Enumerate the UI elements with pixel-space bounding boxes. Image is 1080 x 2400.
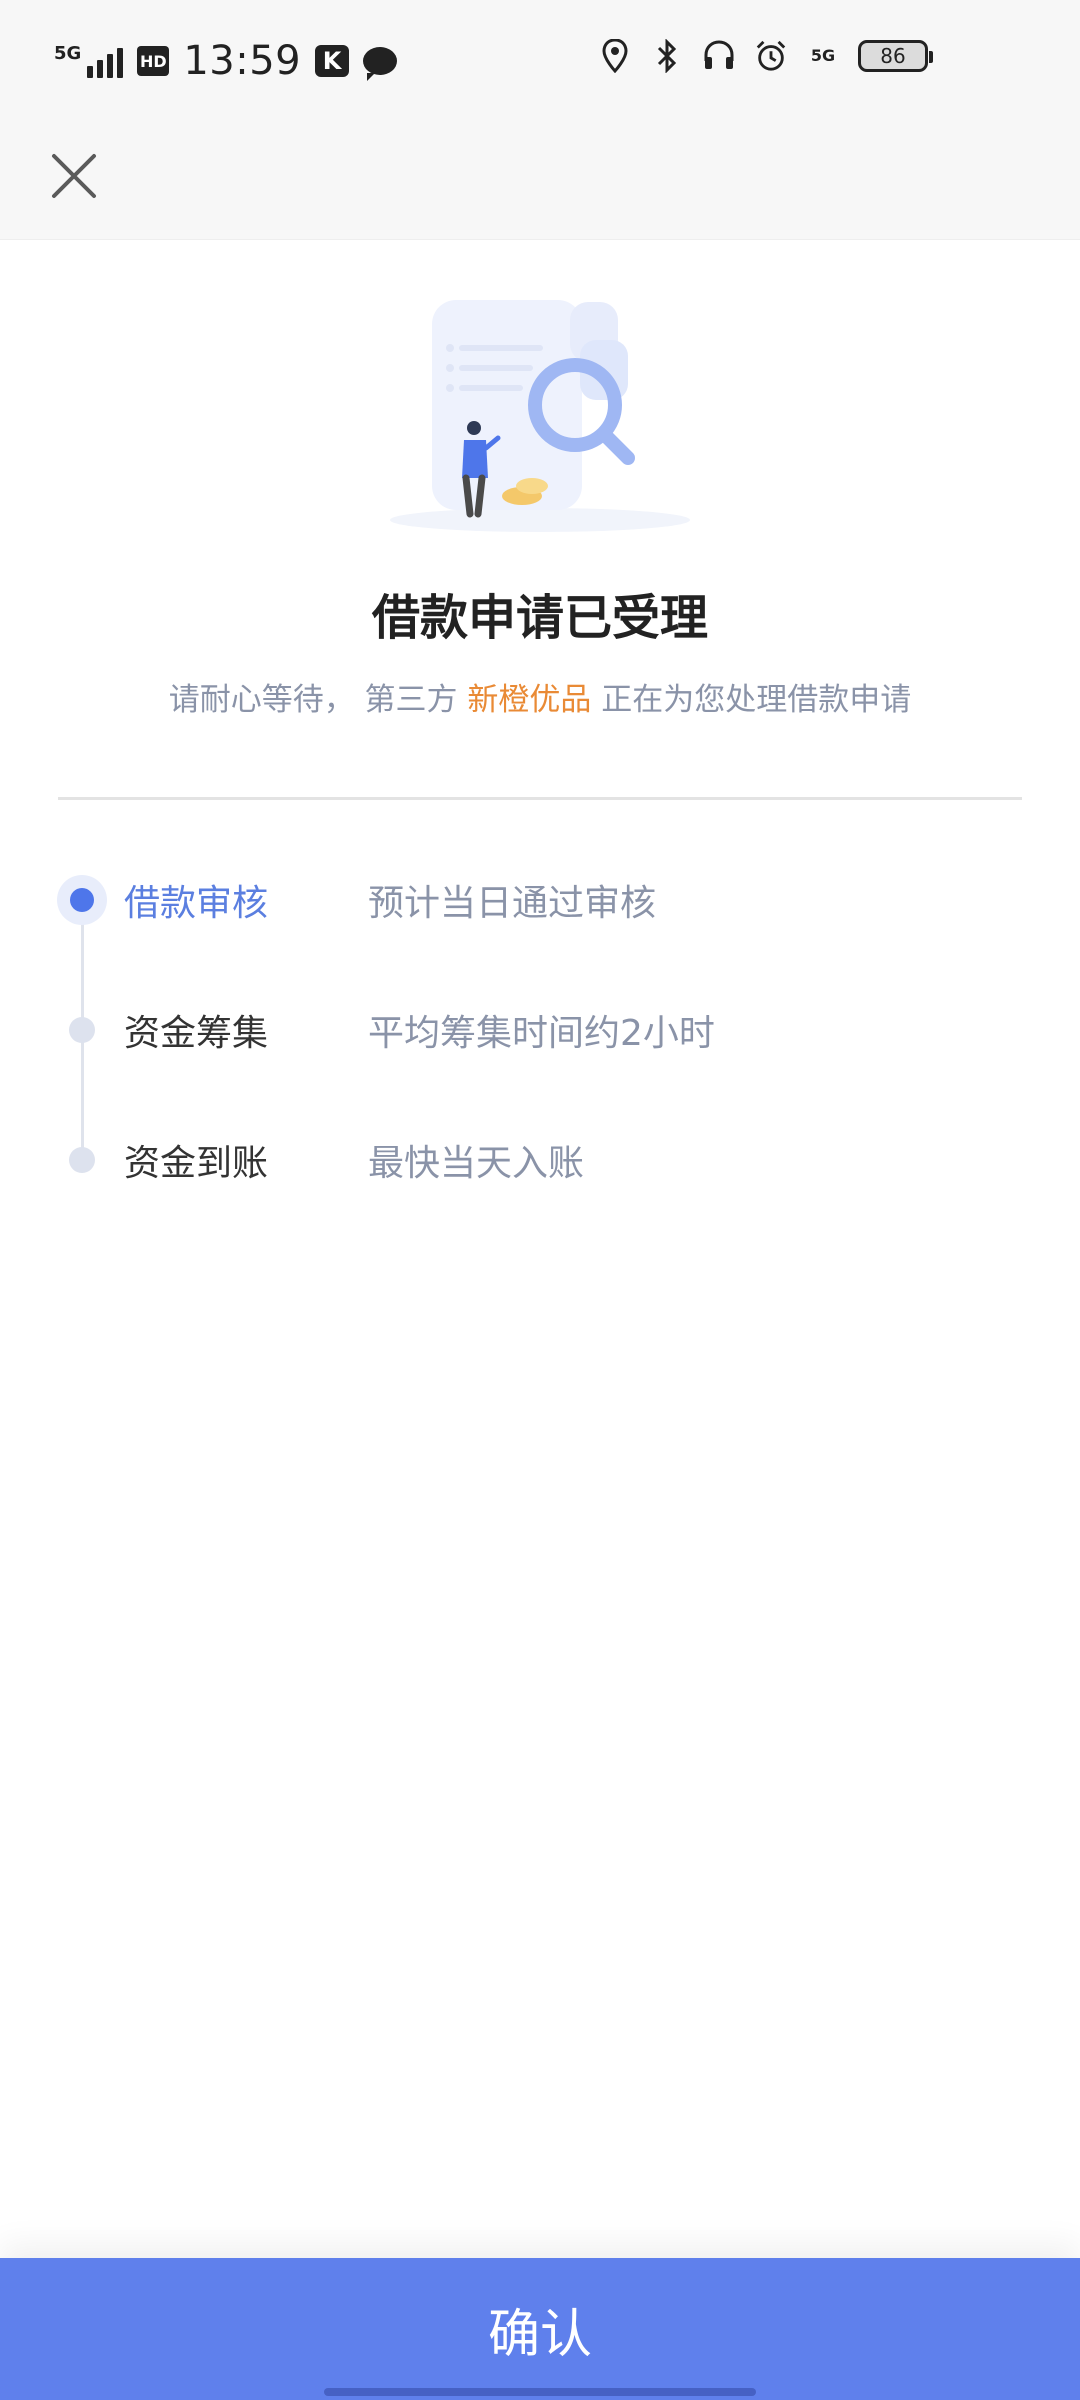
lender-brand: 新橙优品 xyxy=(467,682,592,718)
close-button[interactable] xyxy=(44,146,104,206)
active-step-ring xyxy=(57,875,107,925)
alarm-icon xyxy=(754,38,788,74)
hd-icon: HD xyxy=(137,46,170,76)
timeline-step-disbursement: 资金到账 最快当天入账 xyxy=(0,1120,1080,1200)
network-5g-icon: 5G xyxy=(810,46,836,65)
step-description: 最快当天入账 xyxy=(368,1143,585,1184)
page-title: 借款申请已受理 xyxy=(371,590,708,646)
timeline-step-fundraising: 资金筹集 平均筹集时间约2小时 xyxy=(0,990,1080,1070)
screen: 5G HD 13:59 K 5G 86 借款申请已受理 请耐心等待， 第三方 新… xyxy=(0,0,1080,2400)
status-right: 5G 86 xyxy=(598,38,933,74)
step-status-dot xyxy=(56,874,108,926)
battery-icon: 86 xyxy=(858,40,933,72)
bluetooth-icon xyxy=(650,38,684,74)
step-name: 资金到账 xyxy=(124,1143,269,1184)
home-indicator[interactable] xyxy=(324,2388,756,2396)
step-status-dot xyxy=(56,1004,108,1056)
application-accepted-illustration xyxy=(390,300,690,532)
step-name: 借款审核 xyxy=(124,883,269,924)
close-icon xyxy=(52,154,96,198)
step-description: 平均筹集时间约2小时 xyxy=(368,1013,715,1054)
step-status-dot xyxy=(56,1134,108,1186)
active-step-dot xyxy=(70,888,94,912)
timeline-step-review: 借款审核 预计当日通过审核 xyxy=(0,860,1080,940)
network-label: 5G xyxy=(54,43,82,64)
location-icon xyxy=(598,38,632,74)
status-subtitle: 请耐心等待， 第三方 新橙优品 正在为您处理借款申请 xyxy=(0,674,1080,719)
app-k-icon: K xyxy=(315,45,350,77)
pending-step-dot xyxy=(69,1147,95,1173)
signal-icon: 5G xyxy=(54,43,124,78)
pending-step-dot xyxy=(69,1017,95,1043)
confirm-button[interactable]: 确认 xyxy=(0,2258,1080,2400)
step-description: 预计当日通过审核 xyxy=(368,883,657,924)
headphones-icon xyxy=(702,38,736,74)
subtitle-prefix: 请耐心等待， 第三方 xyxy=(168,682,458,718)
message-icon xyxy=(363,47,398,81)
subtitle-suffix: 正在为您处理借款申请 xyxy=(601,682,912,718)
header-bar xyxy=(0,122,1080,240)
clock: 13:59 xyxy=(183,38,302,84)
status-bar: 5G HD 13:59 K 5G 86 xyxy=(0,0,1080,122)
status-left: 5G HD 13:59 K xyxy=(54,38,398,84)
divider xyxy=(58,797,1022,800)
step-name: 资金筹集 xyxy=(124,1013,269,1054)
progress-timeline: 借款审核 预计当日通过审核 资金筹集 平均筹集时间约2小时 资金到账 最快当天入… xyxy=(0,860,1080,1260)
